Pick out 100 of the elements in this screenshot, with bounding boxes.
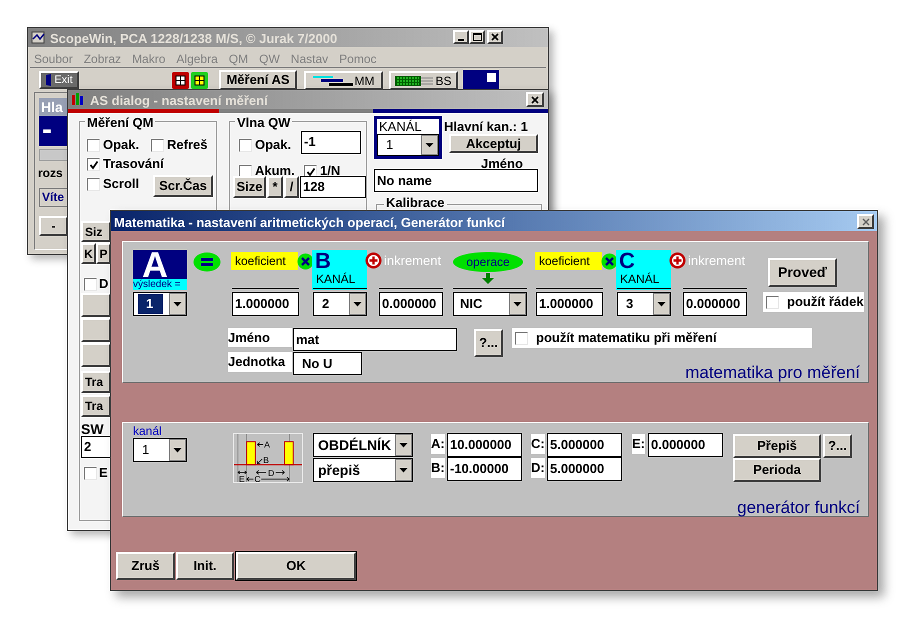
- input-field[interactable]: 5.000000: [547, 433, 622, 457]
- dropdown[interactable]: NIC: [453, 292, 527, 316]
- section-caption: generátor funkcí: [737, 497, 860, 519]
- caret-icon: [169, 439, 186, 461]
- dialog-button[interactable]: Zruš: [116, 552, 175, 580]
- grid-icon[interactable]: [191, 72, 208, 89]
- checkbox[interactable]: [87, 178, 100, 191]
- input-field[interactable]: 0.000000: [683, 292, 747, 316]
- input-field[interactable]: -10.00000: [447, 457, 522, 481]
- input-field[interactable]: 0.000000: [648, 433, 723, 457]
- chip-icon: [395, 74, 436, 86]
- input-field[interactable]: 128: [300, 176, 366, 198]
- field-label: C:: [531, 434, 545, 454]
- caret-icon: [169, 293, 186, 315]
- operation-label: operace: [453, 252, 523, 272]
- bs-button[interactable]: BS: [389, 71, 458, 90]
- grid-icon[interactable]: [172, 72, 189, 89]
- p-button[interactable]: P: [96, 243, 111, 264]
- blank-button[interactable]: [81, 343, 111, 367]
- maximize-icon: [472, 33, 482, 41]
- accept-button[interactable]: Akceptuj: [449, 134, 538, 153]
- mm-button[interactable]: MM: [304, 71, 383, 90]
- plus-icon: [669, 252, 686, 269]
- write-button[interactable]: Přepiš: [733, 434, 821, 458]
- help-button[interactable]: ?...: [474, 329, 503, 357]
- checkbox[interactable]: [87, 158, 100, 171]
- close-button[interactable]: [526, 92, 544, 107]
- checkbox[interactable]: [239, 139, 252, 152]
- checkbox-label: Refreš: [167, 137, 208, 152]
- input-field[interactable]: No name: [374, 169, 538, 192]
- checkbox[interactable]: [515, 332, 528, 344]
- checkbox[interactable]: [84, 278, 97, 291]
- minimize-button[interactable]: [453, 30, 469, 44]
- dropdown[interactable]: 3: [617, 292, 671, 316]
- caret-icon: [395, 434, 412, 456]
- arrow-down-icon: [482, 273, 494, 284]
- label-text: rozs: [38, 165, 63, 182]
- field-label: Jednotka: [228, 352, 292, 372]
- measure-button[interactable]: Měření AS: [219, 70, 297, 90]
- dropdown[interactable]: přepiš: [313, 458, 413, 482]
- window-title: Matematika - nastavení aritmetických operací, Generátor funkcí: [114, 214, 505, 232]
- size-button[interactable]: *: [267, 176, 283, 198]
- size-button[interactable]: Siz: [81, 221, 111, 242]
- diagram-label: B: [263, 454, 269, 465]
- field-label: D:: [531, 458, 545, 478]
- trace-button[interactable]: Tra: [81, 371, 111, 393]
- exit-button[interactable]: Exit: [39, 71, 79, 89]
- lines-icon: [312, 74, 354, 86]
- coefficient-label: koeficient: [231, 252, 298, 270]
- input-field[interactable]: -1: [301, 131, 361, 154]
- checkbox[interactable]: [766, 296, 779, 308]
- k-button[interactable]: K: [81, 243, 96, 264]
- checkbox[interactable]: [84, 467, 97, 480]
- scroll-time-button[interactable]: Scr.Čas: [153, 175, 213, 197]
- period-button[interactable]: Perioda: [733, 458, 821, 482]
- app-icon: [31, 30, 46, 45]
- size-button[interactable]: /: [284, 176, 299, 198]
- dropdown[interactable]: 1: [133, 438, 187, 462]
- diagram-label: D: [268, 468, 274, 478]
- increment-label: inkrement: [688, 252, 746, 270]
- input-field[interactable]: 5.000000: [547, 457, 622, 481]
- input-field[interactable]: 1.000000: [536, 292, 603, 316]
- field-label: E:: [632, 434, 645, 454]
- input-field[interactable]: mat: [293, 328, 457, 351]
- input-field[interactable]: No U: [293, 352, 362, 375]
- close-button[interactable]: [857, 214, 874, 229]
- dialog-button[interactable]: OK: [236, 552, 356, 580]
- run-button[interactable]: Proveď: [768, 258, 837, 287]
- help-button[interactable]: ?...: [823, 434, 852, 458]
- input-field[interactable]: 2: [81, 436, 111, 458]
- trace-button[interactable]: Tra: [81, 395, 111, 417]
- checkbox-label: E: [99, 465, 108, 480]
- minus-button[interactable]: -: [39, 216, 68, 236]
- checkbox-label: Trasování: [103, 156, 164, 171]
- caret-icon: [653, 293, 670, 315]
- door-icon: [45, 74, 52, 86]
- size-button[interactable]: Size: [233, 176, 266, 198]
- checkbox-label: Akum.: [255, 163, 295, 178]
- caret-icon: [395, 459, 412, 481]
- blank-button[interactable]: [81, 293, 111, 317]
- checkbox-label: použít matematiku při měření: [536, 329, 717, 348]
- dropdown[interactable]: 2: [313, 292, 367, 316]
- dropdown[interactable]: OBDÉLNÍK: [313, 433, 413, 457]
- checkbox-label: 1/N: [320, 163, 340, 178]
- field-label: Jméno: [228, 328, 292, 347]
- checkbox-label: použít řádek: [787, 293, 864, 312]
- checkbox[interactable]: [87, 139, 100, 152]
- input-field[interactable]: 1.000000: [232, 292, 299, 316]
- input-field[interactable]: 0.000000: [379, 292, 443, 316]
- value-display: -: [39, 116, 68, 146]
- window-title: AS dialog - nastavení měření: [90, 92, 268, 110]
- dialog-button[interactable]: Init.: [176, 552, 234, 580]
- checkbox[interactable]: [151, 139, 164, 152]
- dropdown[interactable]: 1: [133, 292, 187, 316]
- blank-button[interactable]: [81, 318, 111, 342]
- dropdown[interactable]: 1: [377, 134, 439, 156]
- maximize-button[interactable]: [469, 30, 485, 44]
- label-text: Hlavní kan.: 1: [444, 118, 528, 136]
- input-field[interactable]: 10.000000: [447, 433, 522, 457]
- close-button[interactable]: [487, 30, 503, 44]
